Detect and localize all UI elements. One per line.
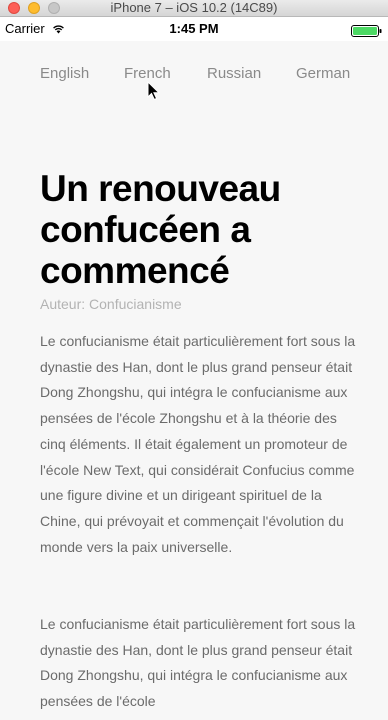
article-paragraph: Le confucianisme était particulièrement … xyxy=(40,333,356,555)
status-bar: Carrier 1:45 PM xyxy=(0,17,388,41)
app-screen: English French Russian German Un renouve… xyxy=(0,41,388,720)
article-title: Un renouveau confucéen a commencé xyxy=(40,168,281,291)
window-title: iPhone 7 – iOS 10.2 (14C89) xyxy=(110,0,278,15)
tab-german[interactable]: German xyxy=(296,65,350,83)
mouse-pointer-icon xyxy=(147,81,161,101)
article-author: Auteur: Confucianisme xyxy=(40,296,182,312)
simulator-title-bar: iPhone 7 – iOS 10.2 (14C89) xyxy=(0,0,388,17)
language-tab-bar: English French Russian German xyxy=(0,41,388,101)
article-paragraph: Le confucianisme était particulièrement … xyxy=(40,616,356,710)
status-time: 1:45 PM xyxy=(169,21,219,36)
battery-icon xyxy=(351,25,382,37)
tab-russian[interactable]: Russian xyxy=(207,65,261,83)
tab-english[interactable]: English xyxy=(40,65,89,83)
